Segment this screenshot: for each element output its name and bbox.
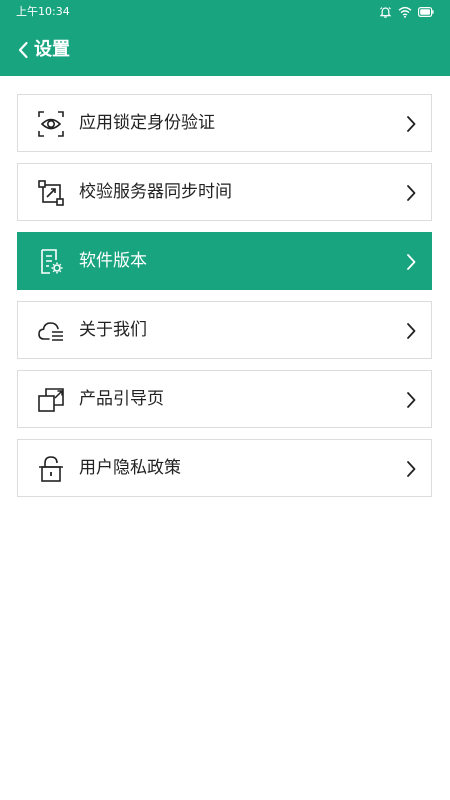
window-swap-icon (36, 385, 66, 415)
settings-item-product-guide[interactable]: 产品引导页 (17, 370, 432, 428)
chevron-left-icon (18, 41, 28, 59)
chevron-right-icon (405, 391, 417, 409)
settings-item-label: 软件版本 (79, 251, 147, 271)
lock-icon (36, 454, 66, 484)
chevron-right-icon (405, 460, 417, 478)
settings-item-software-version[interactable]: 软件版本 (17, 232, 432, 290)
settings-item-label: 关于我们 (79, 320, 147, 340)
wifi-icon (398, 6, 412, 18)
app-header: 上午10:34 设置 (0, 0, 450, 76)
chevron-right-icon (405, 253, 417, 271)
status-time: 上午10:34 (16, 5, 70, 18)
alarm-icon (379, 6, 392, 18)
settings-item-app-lock-auth[interactable]: 应用锁定身份验证 (17, 94, 432, 152)
chevron-right-icon (405, 115, 417, 133)
document-gear-icon (36, 247, 66, 277)
sync-frame-icon (36, 178, 66, 208)
settings-item-server-time-sync[interactable]: 校验服务器同步时间 (17, 163, 432, 221)
chevron-right-icon (405, 184, 417, 202)
settings-item-label: 应用锁定身份验证 (79, 113, 215, 133)
chevron-right-icon (405, 322, 417, 340)
status-bar: 上午10:34 (0, 0, 450, 24)
nav-row: 设置 (0, 28, 450, 72)
settings-item-label: 产品引导页 (79, 389, 164, 409)
battery-icon (418, 7, 434, 17)
settings-item-label: 用户隐私政策 (79, 458, 181, 478)
page-title: 设置 (34, 39, 70, 60)
status-icons (379, 5, 434, 19)
cloud-list-icon (36, 316, 66, 346)
settings-item-privacy-policy[interactable]: 用户隐私政策 (17, 439, 432, 497)
settings-item-about-us[interactable]: 关于我们 (17, 301, 432, 359)
settings-item-label: 校验服务器同步时间 (79, 182, 232, 202)
settings-list: 应用锁定身份验证 校验服务器同步时间 软件版本 关于我们 产品引导页 用户隐私政… (17, 94, 432, 508)
eye-scan-icon (36, 109, 66, 139)
back-button[interactable] (12, 38, 34, 62)
